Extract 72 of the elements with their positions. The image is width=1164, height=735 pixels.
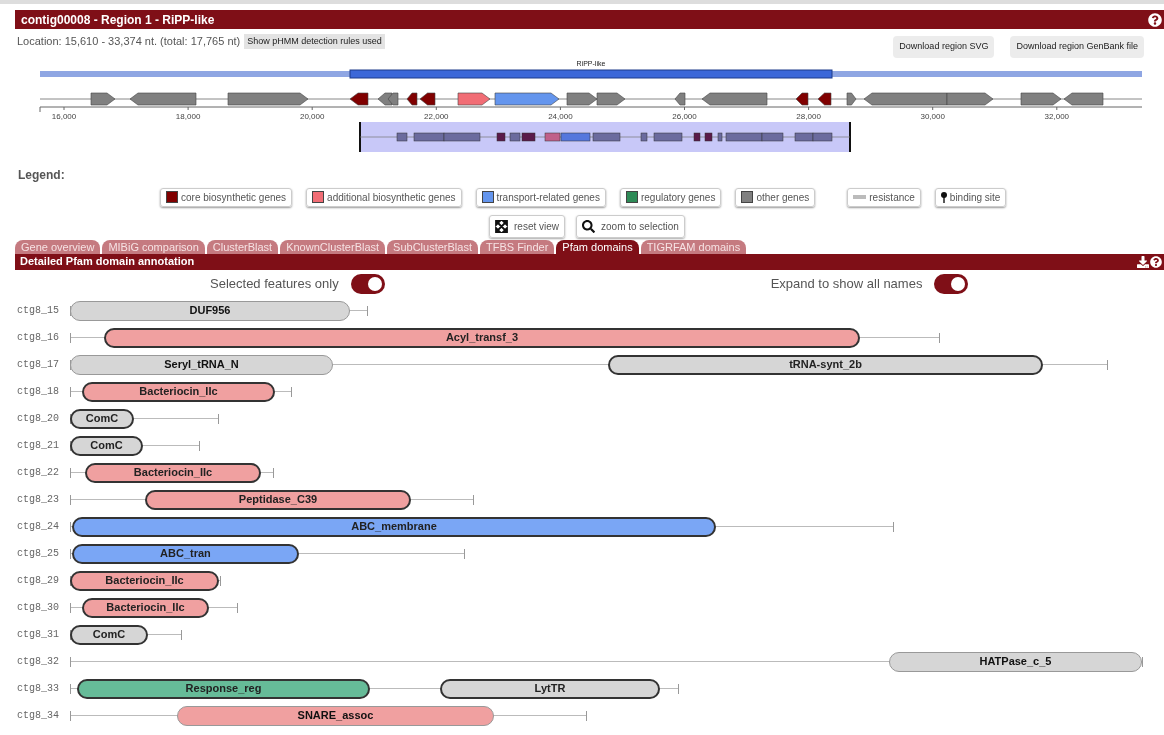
axis-tick-label: 20,000: [299, 111, 325, 121]
gene-label: ctg8_24: [17, 519, 60, 534]
legend-item[interactable]: binding site: [934, 187, 1007, 207]
gene-label: ctg8_15: [17, 303, 60, 318]
gene-label: ctg8_25: [17, 546, 60, 561]
toggle-label: Expand to show all names: [770, 274, 923, 293]
panel-title: Detailed Pfam domain annotation: [20, 254, 195, 270]
view-button[interactable]: reset view: [489, 214, 565, 238]
domain-bar[interactable]: ABC_tran: [72, 543, 299, 564]
rules-button[interactable]: Show pHMM detection rules used: [244, 33, 385, 49]
gene-label: ctg8_21: [17, 438, 60, 453]
domain-bar[interactable]: SNARE_assoc: [177, 705, 494, 726]
axis-tick-label: 16,000: [51, 111, 77, 121]
axis-tick-label: 26,000: [672, 111, 697, 121]
gene-label: ctg8_22: [17, 465, 60, 480]
gene-label: ctg8_17: [17, 357, 60, 372]
gene-label: ctg8_30: [17, 600, 60, 615]
domain-bar[interactable]: ComC: [70, 435, 143, 456]
axis-tick-label: 24,000: [548, 111, 573, 121]
gene-label: ctg8_34: [17, 708, 60, 723]
pin-icon: [940, 191, 947, 203]
legend-item[interactable]: other genes: [735, 187, 816, 207]
domain-bar[interactable]: Bacteriocin_IIc: [82, 381, 275, 402]
download-icon[interactable]: [1137, 255, 1149, 268]
help-icon[interactable]: [1148, 12, 1162, 27]
axis-tick-label: 22,000: [424, 111, 449, 121]
axis-tick-label: 32,000: [1044, 111, 1070, 121]
gene-label: ctg8_20: [17, 411, 60, 426]
domain-bar[interactable]: ComC: [70, 408, 134, 429]
toggle-switch[interactable]: [350, 273, 385, 294]
legend-item[interactable]: core biosynthetic genes: [160, 187, 293, 207]
gene-label: ctg8_33: [17, 681, 60, 696]
gene-label: ctg8_23: [17, 492, 60, 507]
tab[interactable]: Pfam domains: [556, 239, 639, 254]
gene-label: ctg8_18: [17, 384, 60, 399]
resistance-bar-icon: [853, 195, 867, 199]
download-button[interactable]: Download region GenBank file: [1010, 36, 1144, 58]
gene-label: ctg8_29: [17, 573, 60, 588]
search-icon: [582, 219, 595, 233]
axis-tick-label: 30,000: [920, 111, 945, 121]
domain-bar[interactable]: Bacteriocin_IIc: [82, 597, 209, 618]
domain-bar[interactable]: Response_reg: [77, 678, 370, 699]
legend-title: Legend:: [18, 166, 65, 184]
gene-map-drawing[interactable]: [39, 92, 1143, 105]
gene-label: ctg8_31: [17, 627, 60, 642]
domain-bar[interactable]: Acyl_transf_3: [104, 327, 860, 348]
legend-item[interactable]: transport-related genes: [475, 187, 606, 207]
domain-bar[interactable]: HATPase_c_5: [889, 651, 1142, 672]
gene-label: ctg8_16: [17, 330, 60, 345]
domain-bar[interactable]: Seryl_tRNA_N: [70, 354, 333, 375]
legend-item[interactable]: resistance: [847, 187, 921, 207]
axis-tick-label: 28,000: [796, 111, 821, 121]
domain-bar[interactable]: LytTR: [440, 678, 660, 699]
domain-bar[interactable]: Bacteriocin_IIc: [85, 462, 261, 483]
gene-label: ctg8_32: [17, 654, 60, 669]
domain-bar[interactable]: Bacteriocin_IIc: [70, 570, 219, 591]
domain-bar[interactable]: ABC_membrane: [72, 516, 716, 537]
domain-bar[interactable]: ComC: [70, 624, 148, 645]
legend-item[interactable]: regulatory genes: [619, 187, 722, 207]
selection-window-drawing[interactable]: [359, 120, 851, 153]
download-button[interactable]: Download region SVG: [893, 36, 995, 58]
help-icon[interactable]: [1150, 255, 1162, 268]
domain-bar[interactable]: DUF956: [70, 300, 350, 321]
axis-tick-label: 18,000: [175, 111, 201, 121]
domain-bar[interactable]: tRNA-synt_2b: [608, 354, 1043, 375]
view-button[interactable]: zoom to selection: [576, 214, 685, 238]
toggle-label: Selected features only: [210, 274, 339, 293]
location-text: Location: 15,610 - 33,374 nt. (total: 17,765 nt): [17, 34, 241, 49]
legend-item[interactable]: additional biosynthetic genes: [306, 187, 462, 207]
region-title: contig00008 - Region 1 - RiPP-like: [21, 11, 215, 29]
domain-bar[interactable]: Peptidase_C39: [145, 489, 411, 510]
toggle-switch[interactable]: [934, 273, 969, 294]
